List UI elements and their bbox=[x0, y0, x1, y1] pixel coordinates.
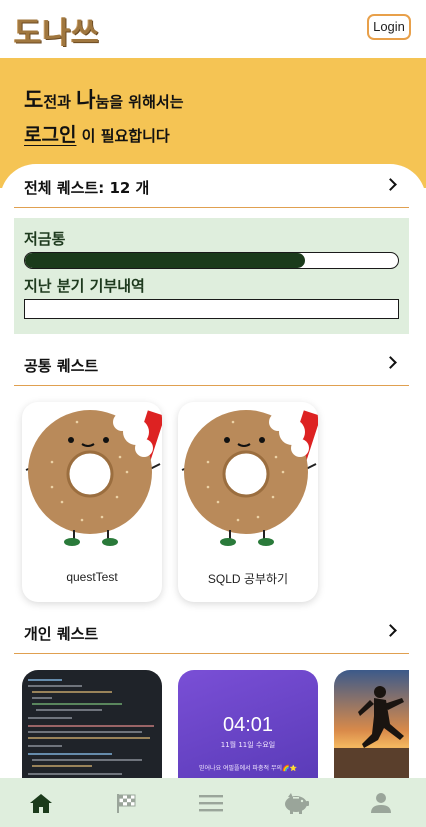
piggy-bank-icon bbox=[285, 792, 309, 814]
piggy-bank-progress-fill bbox=[25, 253, 305, 268]
common-quests-title: 공통 퀘스트 bbox=[24, 357, 99, 375]
app-logo[interactable]: 도나쓰 bbox=[14, 8, 100, 52]
checkered-flag-icon bbox=[117, 793, 136, 813]
main-content[interactable]: 전체 퀘스트: 12 개 저금통 지난 분기 기부내역 공통 퀘스트 quest… bbox=[0, 164, 426, 778]
banner-login-text: 이 필요합니다 bbox=[76, 127, 170, 145]
donut-mascot-image bbox=[22, 402, 162, 552]
nav-profile[interactable] bbox=[351, 778, 411, 827]
common-quests-header[interactable]: 공통 퀘스트 bbox=[14, 342, 409, 386]
code-editor-image bbox=[28, 679, 154, 775]
donut-mascot-image bbox=[178, 402, 318, 552]
personal-quests-list[interactable]: 04:01 11월 11일 수요일 믿어나요 여필플에서 파충적 무의🌈⭐ bbox=[0, 670, 409, 778]
chevron-right-icon bbox=[384, 356, 397, 369]
menu-icon bbox=[199, 794, 223, 811]
top-bar: 도나쓰 Login bbox=[0, 0, 426, 58]
savings-panel: 저금통 지난 분기 기부내역 bbox=[14, 218, 409, 334]
runner-photo-image bbox=[334, 686, 409, 778]
banner-login-prompt: 로그인 이 필요합니다 bbox=[24, 120, 170, 147]
last-quarter-donation-bar bbox=[24, 299, 399, 319]
personal-quest-card[interactable] bbox=[334, 670, 409, 778]
nav-quests[interactable] bbox=[96, 778, 156, 827]
bottom-navigation bbox=[0, 778, 426, 827]
nav-menu[interactable] bbox=[181, 778, 241, 827]
personal-quests-title: 개인 퀘스트 bbox=[24, 625, 99, 643]
total-quests-label: 전체 퀘스트: 12 개 bbox=[24, 179, 150, 197]
personal-quest-card[interactable]: 04:01 11월 11일 수요일 믿어나요 여필플에서 파충적 무의🌈⭐ bbox=[178, 670, 318, 778]
quest-card-name: questTest bbox=[66, 570, 118, 584]
nav-home[interactable] bbox=[11, 778, 71, 827]
personal-quest-card[interactable] bbox=[22, 670, 162, 778]
banner-text-2: 눔을 위해서는 bbox=[95, 93, 184, 111]
lockscreen-caption: 믿어나요 여필플에서 파충적 무의🌈⭐ bbox=[199, 765, 297, 772]
banner-slogan: 도전과 나눔을 위해서는 bbox=[24, 84, 184, 114]
lockscreen-time: 04:01 bbox=[222, 714, 274, 736]
personal-quests-header[interactable]: 개인 퀘스트 bbox=[14, 610, 409, 654]
piggy-bank-progress bbox=[24, 252, 399, 269]
quest-card[interactable]: SQLD 공부하기 bbox=[178, 402, 318, 602]
login-button[interactable]: Login bbox=[367, 14, 411, 40]
chevron-right-icon bbox=[384, 624, 397, 637]
quest-card[interactable]: questTest bbox=[22, 402, 162, 602]
user-icon bbox=[371, 792, 391, 813]
nav-donation[interactable] bbox=[266, 778, 326, 827]
lockscreen-date: 11월 11일 수요일 bbox=[220, 741, 276, 749]
last-quarter-donation-label: 지난 분기 기부내역 bbox=[24, 277, 145, 295]
chevron-right-icon bbox=[384, 178, 397, 191]
piggy-bank-label: 저금통 bbox=[24, 230, 66, 248]
common-quests-list[interactable]: questTest SQLD 공부하기 bbox=[0, 402, 426, 612]
banner-big-char-2: 나 bbox=[76, 88, 96, 112]
home-icon bbox=[30, 793, 52, 813]
quest-card-name: SQLD 공부하기 bbox=[207, 572, 289, 586]
banner-big-char-1: 도 bbox=[24, 88, 44, 112]
total-quests-header[interactable]: 전체 퀘스트: 12 개 bbox=[14, 164, 409, 208]
banner-login-link[interactable]: 로그인 bbox=[24, 124, 76, 146]
banner-text-1: 전과 bbox=[43, 93, 77, 111]
